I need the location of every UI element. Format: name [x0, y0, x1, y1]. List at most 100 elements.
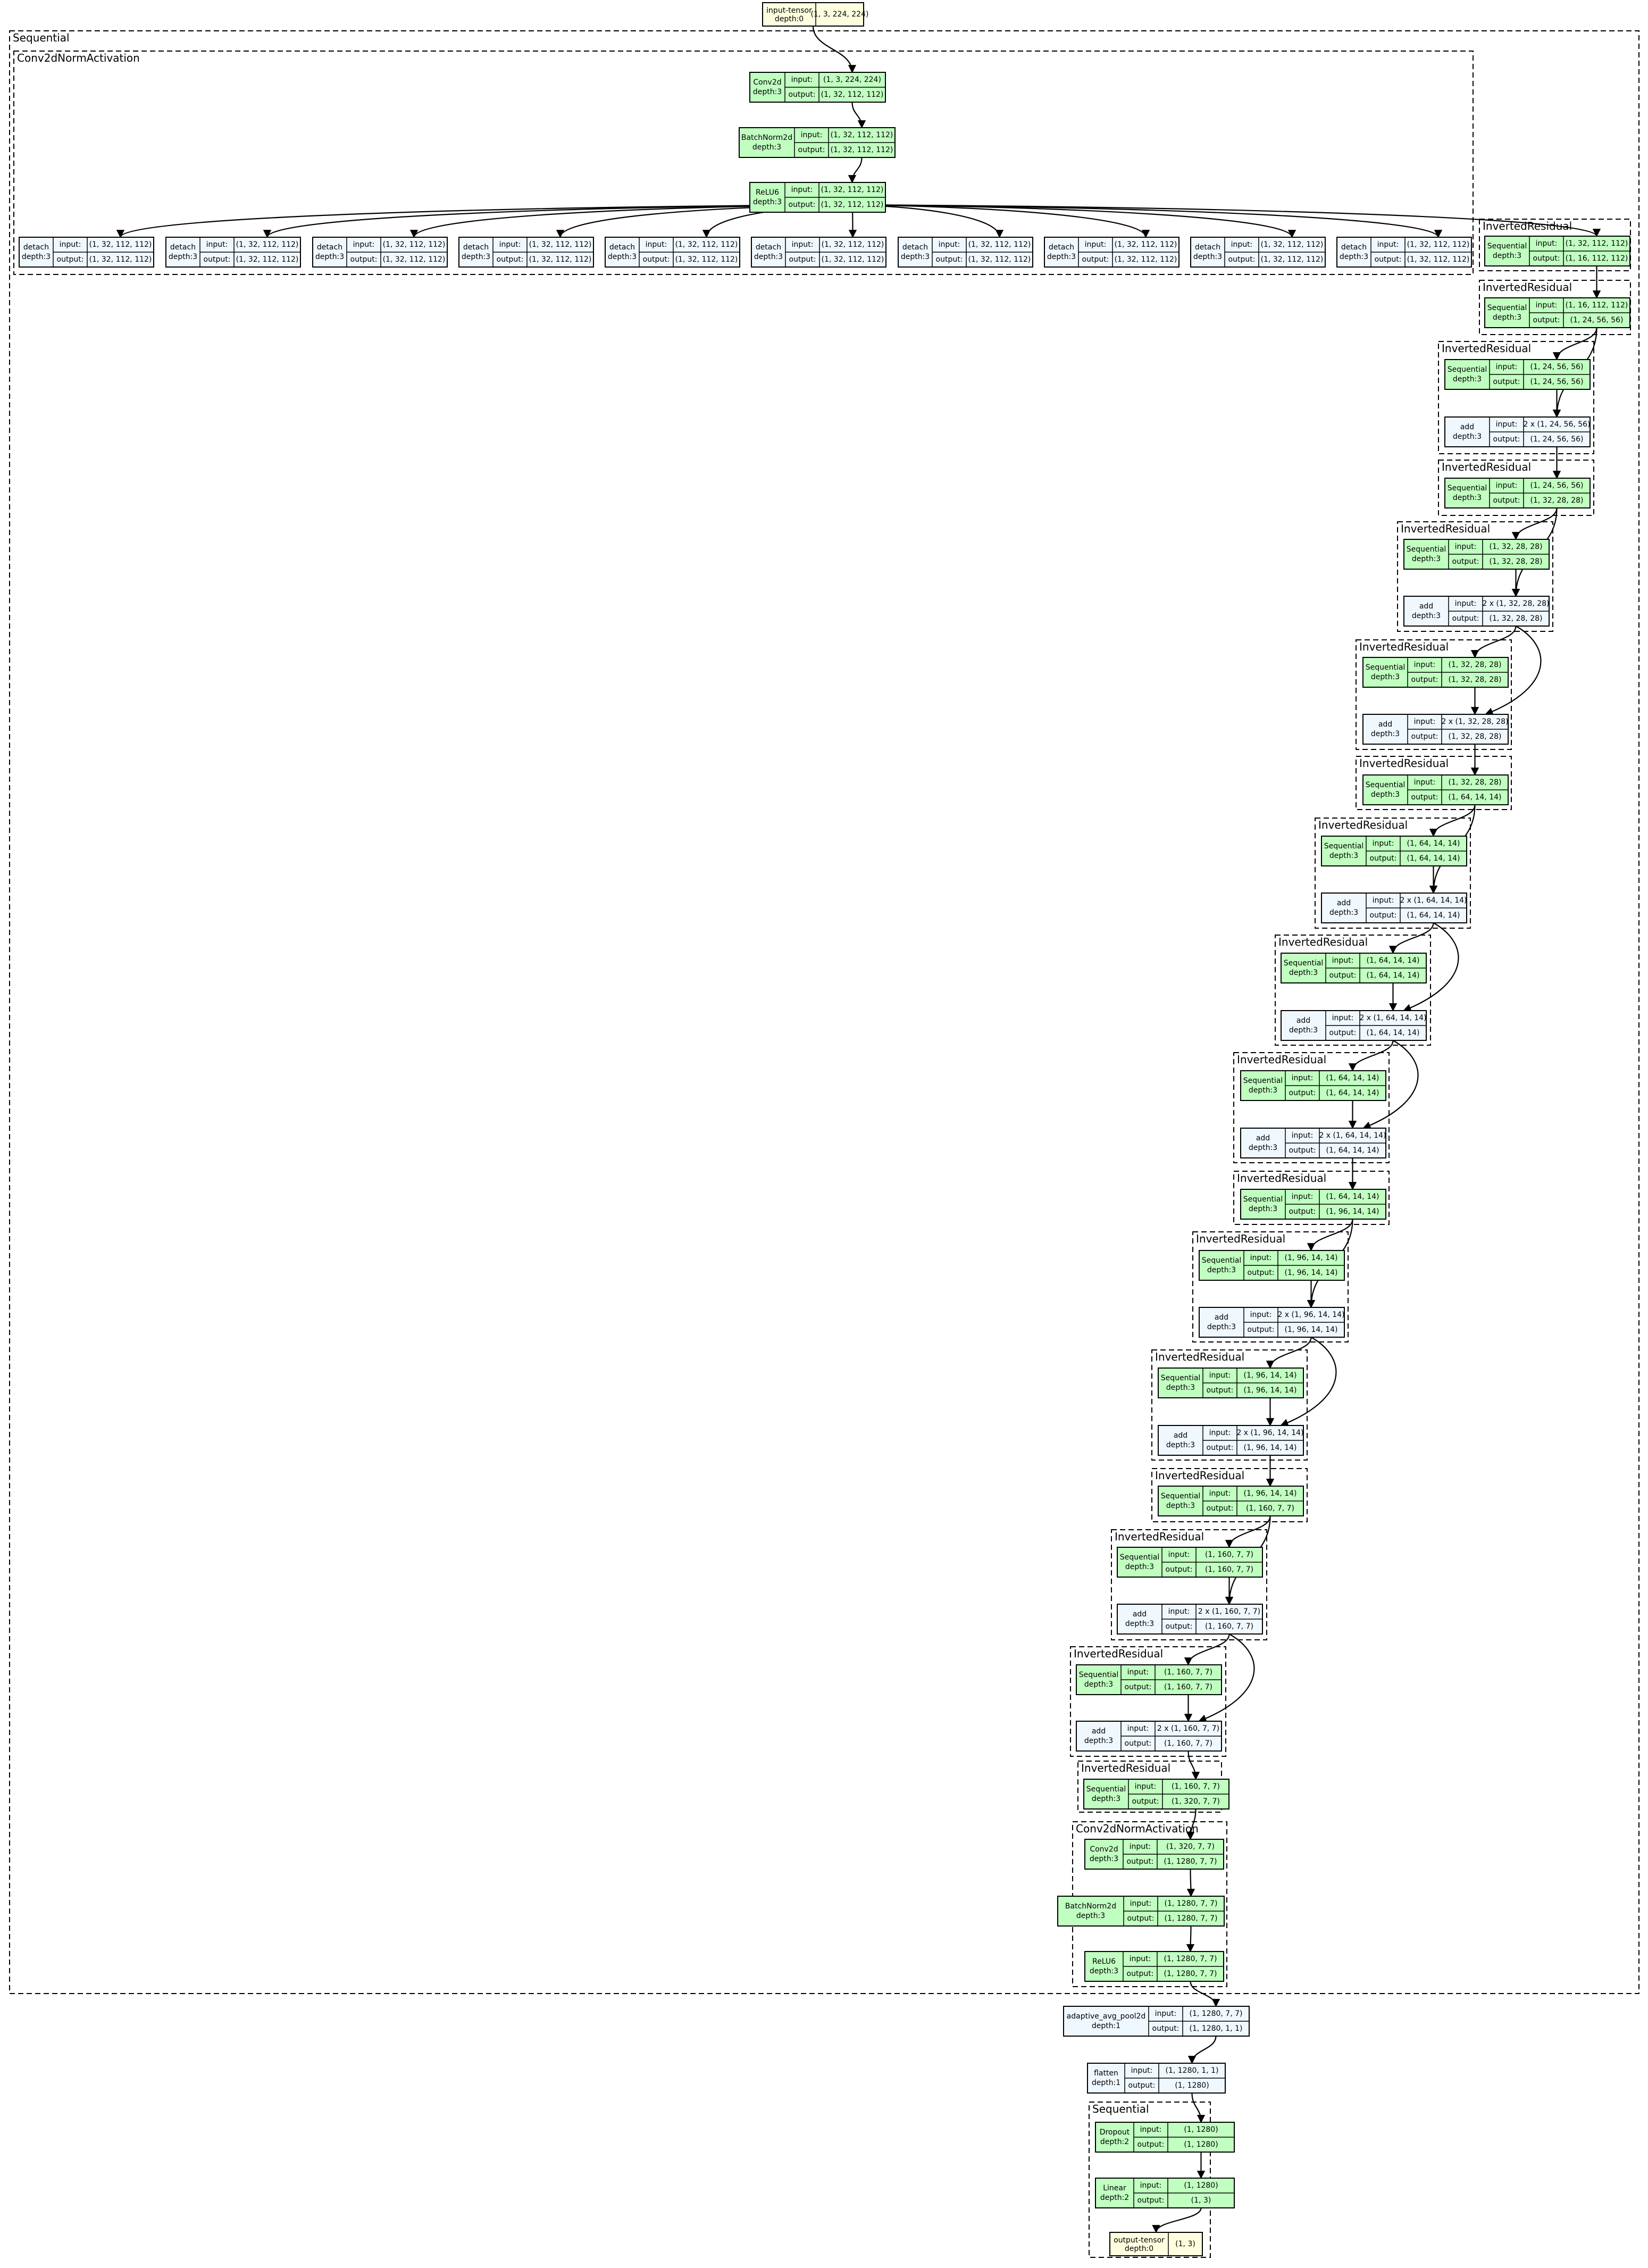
node-name: detach [23, 243, 49, 252]
input-port-label: input: [1414, 778, 1436, 787]
node-conv1[interactable]: Conv2ddepth:3 input: output: (1, 3, 224, 22… [749, 72, 886, 103]
node-input-shape: (1, 32, 112, 112) [1407, 240, 1470, 249]
node-d7[interactable]: detachdepth:3 input: output: (1, 32, 112, 1… [898, 237, 1033, 268]
node-a12[interactable]: adddepth:3 input: output:2 x (1, 96, 14, 1… [1199, 1307, 1345, 1338]
node-a13[interactable]: adddepth:3 input: output:2 x (1, 96, 14, 1… [1158, 1425, 1304, 1456]
node-depth: depth:3 [1453, 432, 1482, 441]
cluster-label: InvertedResidual [1081, 1762, 1170, 1774]
node-input-shape: (1, 96, 14, 14) [1285, 1254, 1338, 1262]
node-s15[interactable]: Sequentialdepth:3 input: output: (1, 160, 7… [1117, 1547, 1263, 1578]
node-input-shape: (1, 64, 14, 14) [1367, 956, 1420, 965]
output-port-label: output: [1411, 732, 1438, 741]
node-output-shape: (1, 1280) [1175, 2081, 1209, 2090]
node-s9[interactable]: Sequentialdepth:3 input: output: (1, 64, 14… [1281, 953, 1427, 983]
input-port-label: input: [801, 131, 823, 139]
node-relu1[interactable]: ReLU6depth:3 input: output: (1, 32, 112, 11… [749, 182, 886, 213]
output-port-label: output: [1166, 1622, 1193, 1631]
node-s6[interactable]: Sequentialdepth:3 input: output: (1, 32, 28… [1362, 657, 1509, 688]
output-port-label: output: [1127, 1914, 1155, 1923]
input-port-label: input: [1455, 599, 1477, 608]
node-d6[interactable]: detachdepth:3 input: output: (1, 32, 112, 1… [751, 237, 886, 268]
node-name: Dropout [1100, 2128, 1130, 2137]
node-input-shape: 2 x (1, 160, 7, 7) [1157, 1724, 1219, 1733]
node-input-shape: (1, 32, 112, 112) [968, 240, 1031, 249]
node-drop[interactable]: Dropoutdepth:2 input: output: (1, 1280) (1, … [1095, 2122, 1235, 2153]
node-s7[interactable]: Sequentialdepth:3 input: output: (1, 32, 28… [1362, 774, 1509, 805]
node-bn1[interactable]: BatchNorm2ddepth:3 input: output: (1, 32, 1… [739, 127, 896, 158]
node-s10[interactable]: Sequentialdepth:3 input: output: (1, 64, 14… [1240, 1070, 1386, 1101]
node-input-shape: (1, 32, 112, 112) [675, 240, 738, 249]
node-depth: depth:3 [1090, 1967, 1118, 1975]
node-depth: depth:3 [462, 253, 490, 261]
node-output-shape: (1, 32, 28, 28) [1449, 732, 1502, 741]
node-a16[interactable]: adddepth:3 input: output: 2 x (1, 160, 7, 7… [1076, 1721, 1222, 1752]
node-d2[interactable]: detachdepth:3 input: output: (1, 32, 112, 1… [165, 237, 301, 268]
cluster-label: InvertedResidual [1196, 1232, 1285, 1245]
node-input-shape: (1, 1280, 1, 1) [1166, 2066, 1219, 2075]
node-input-shape: (1, 32, 112, 112) [383, 240, 446, 249]
node-s4[interactable]: Sequentialdepth:3 input: output: (1, 24, 56… [1444, 478, 1591, 508]
output-port-label: output: [57, 255, 84, 264]
node-s12[interactable]: Sequentialdepth:3 input: output: (1, 96, 14… [1199, 1250, 1345, 1281]
node-s3[interactable]: Sequentialdepth:3 input: output: (1, 24, 56… [1444, 359, 1591, 390]
node-s16[interactable]: Sequentialdepth:3 input: output: (1, 160, 7… [1076, 1664, 1222, 1695]
node-d10[interactable]: detachdepth:3 input: output: (1, 32, 112, 1… [1336, 237, 1472, 268]
node-d3[interactable]: detachdepth:3 input: output: (1, 32, 112, 1… [312, 237, 448, 268]
node-a3[interactable]: adddepth:3 input: output:2 x (1, 24, 56, 5… [1444, 416, 1591, 447]
node-output-shape: (1, 64, 14, 14) [1326, 1146, 1379, 1155]
input-port-label: input: [1130, 1899, 1152, 1908]
output-port-label: output: [350, 255, 378, 264]
node-conv2[interactable]: Conv2ddepth:3 input: output: (1, 320, 7, 7)… [1084, 1839, 1224, 1870]
node-a5[interactable]: adddepth:3 input: output:2 x (1, 32, 28, 2… [1403, 596, 1550, 627]
input-port-label: input: [1373, 839, 1394, 848]
node-out[interactable]: output-tensordepth:0 (1, 3) [1109, 2232, 1203, 2256]
node-d9[interactable]: detachdepth:3 input: output: (1, 32, 112, 1… [1190, 237, 1326, 268]
node-s11[interactable]: Sequentialdepth:3 input: output: (1, 64, 14… [1240, 1189, 1386, 1220]
node-relu2[interactable]: ReLU6depth:3 input: output: (1, 1280, 7, 7)… [1084, 1951, 1224, 1982]
node-input-shape: (1, 32, 112, 112) [1115, 240, 1177, 249]
cluster-label: InvertedResidual [1483, 281, 1572, 294]
node-s8[interactable]: Sequential depth:3 input: output: (1, 64, 14… [1321, 836, 1467, 866]
node-s14[interactable]: Sequential depth:3 input: output: (1, 96, 14… [1158, 1486, 1304, 1516]
node-s17[interactable]: Sequentialdepth:3 input: output: (1, 160, 7… [1083, 1779, 1229, 1810]
node-name: add [1256, 1134, 1270, 1143]
node-pool[interactable]: adaptive_avg_pool2ddepth:1 input: output: (… [1063, 2006, 1250, 2037]
input-port-label: input: [646, 240, 667, 249]
node-name: detach [756, 243, 781, 252]
node-lin[interactable]: Linear depth:2 input: output: (1, 1280) (1, 3… [1095, 2178, 1235, 2208]
node-depth: depth:3 [1371, 790, 1400, 799]
node-d5[interactable]: detachdepth:3 input: output: (1, 32, 112, 1… [605, 237, 740, 268]
input-port-label: input: [1250, 1311, 1272, 1319]
node-depth: depth:3 [1084, 1737, 1113, 1745]
node-s5[interactable]: Sequentialdepth:3 input: output: (1, 32, 28… [1403, 539, 1550, 570]
node-output-shape: (1, 32, 28, 28) [1490, 557, 1543, 566]
node-a9[interactable]: adddepth:3 input: output:2 x (1, 64, 14, 1… [1281, 1010, 1427, 1041]
output-port-label: output: [1289, 1089, 1316, 1097]
input-port-label: input: [353, 240, 375, 249]
node-s2[interactable]: Sequentialdepth:3 input: output: (1, 16, 11… [1484, 297, 1630, 328]
output-port-label: output: [1207, 1504, 1234, 1513]
node-name: detach [609, 243, 635, 252]
node-input-shape: (1, 1280, 7, 7) [1165, 1899, 1218, 1908]
node-flat[interactable]: flattendepth:1 input: output: (1, 1280, 1, … [1087, 2063, 1226, 2094]
node-d8[interactable]: detachdepth:3 input: output: (1, 32, 112, 1… [1044, 237, 1179, 268]
node-a15[interactable]: adddepth:3 input: output: 2 x (1, 160, 7, 7… [1117, 1604, 1263, 1635]
node-in[interactable]: input-tensordepth:0 (1, 3, 224, 224) [762, 2, 868, 27]
node-name: detach [1195, 243, 1220, 252]
cluster-label: Sequential [1092, 2103, 1149, 2115]
node-depth: depth:3 [1493, 252, 1521, 260]
node-input-shape: (1, 32, 112, 112) [822, 240, 884, 249]
node-s1[interactable]: Sequentialdepth:3 input: output: (1, 32, 11… [1484, 236, 1630, 266]
node-a10[interactable]: adddepth:3 input: output:2 x (1, 64, 14, 1… [1240, 1128, 1386, 1158]
node-bn2[interactable]: BatchNorm2ddepth:3 input: output: (1, 1280,… [1057, 1896, 1225, 1927]
node-depth: depth:3 [754, 253, 783, 261]
node-name: Conv2d [753, 78, 781, 87]
node-a8[interactable]: adddepth:3 input: output:2 x (1, 64, 14, 1… [1321, 893, 1467, 923]
node-name: add [1174, 1431, 1187, 1440]
node-d1[interactable]: detachdepth:3 input: output: (1, 32, 112, 1… [19, 237, 154, 268]
node-d4[interactable]: detachdepth:3 input: output: (1, 32, 112, 1… [458, 237, 594, 268]
node-s13[interactable]: Sequentialdepth:3 input: output: (1, 96, 14… [1158, 1368, 1304, 1398]
output-port-label: output: [1289, 1146, 1316, 1155]
output-port-label: output: [1137, 2140, 1165, 2149]
node-a6[interactable]: adddepth:3 input: output:2 x (1, 32, 28, 2… [1362, 714, 1509, 745]
